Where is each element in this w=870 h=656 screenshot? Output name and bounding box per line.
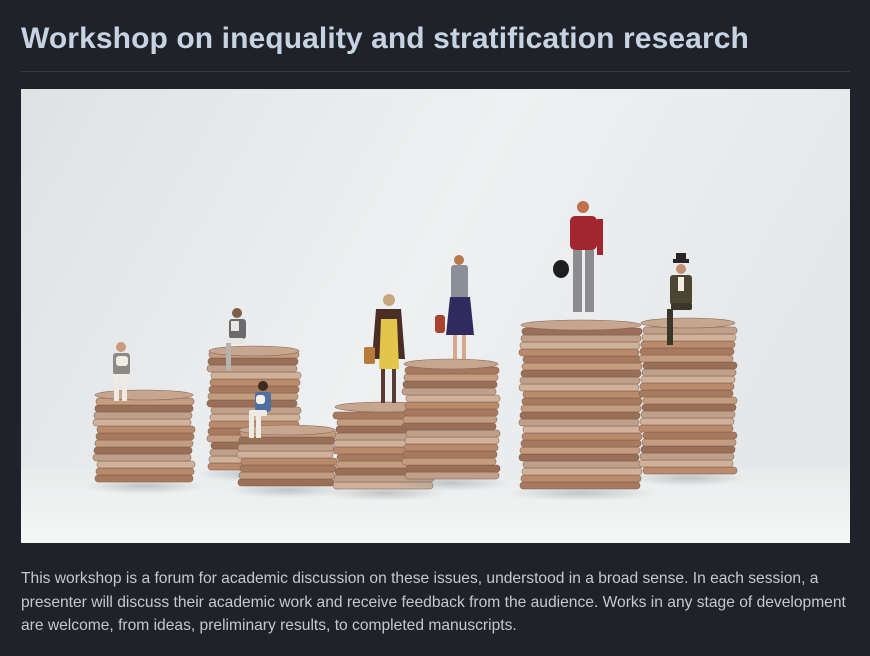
workshop-description: This workshop is a forum for academic di… (21, 570, 846, 634)
coin-stack (638, 317, 738, 475)
hero-image (21, 89, 850, 543)
coin-stack (518, 319, 644, 490)
page-title: Workshop on inequality and stratificatio… (21, 22, 749, 55)
coin-stack (92, 389, 196, 483)
coin-stack (401, 358, 501, 480)
title-divider (21, 71, 850, 72)
